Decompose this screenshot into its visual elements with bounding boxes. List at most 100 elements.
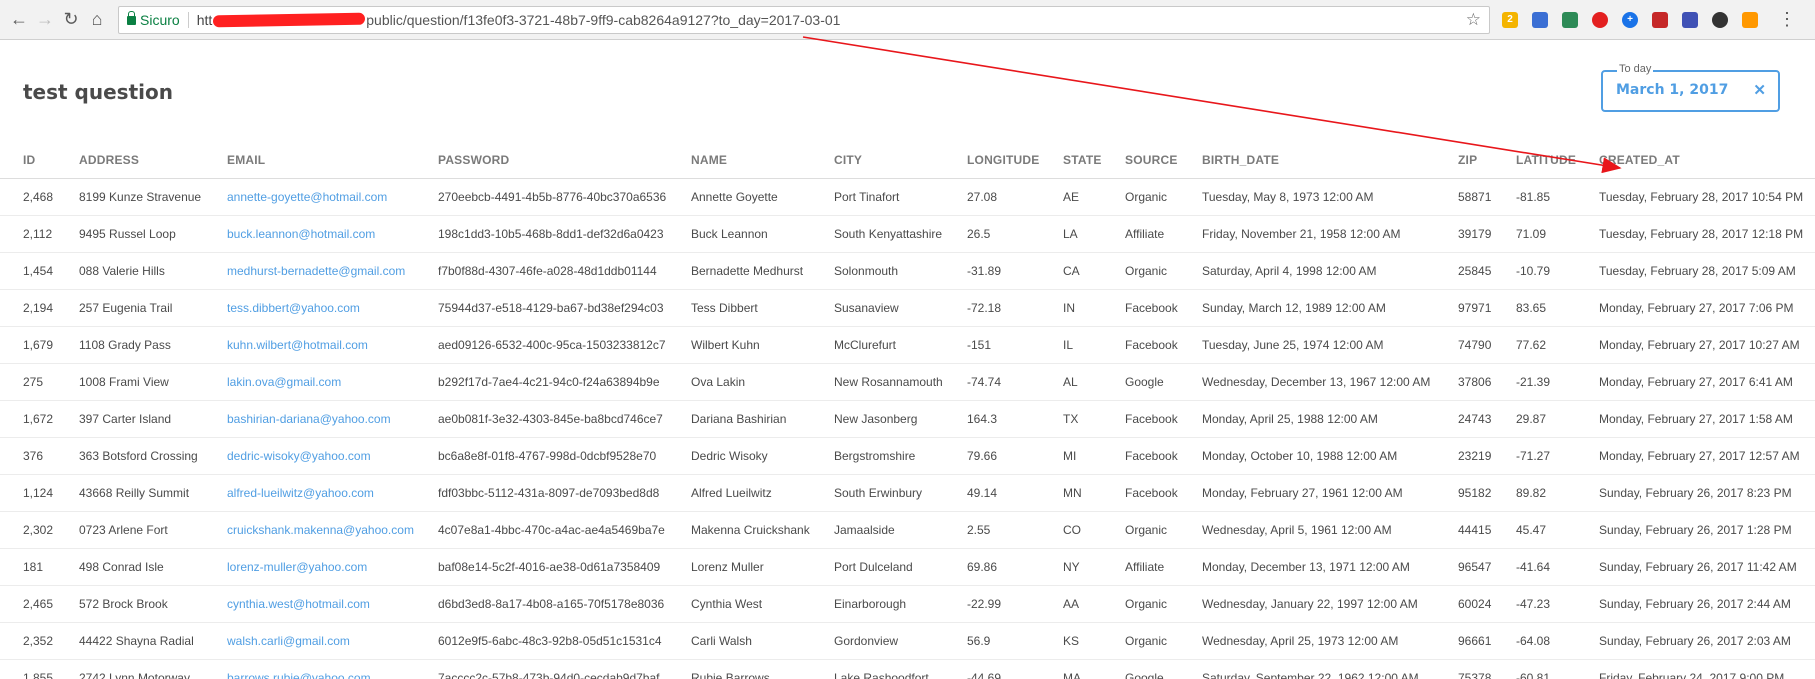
mail-extension-icon[interactable]: 2 <box>1502 11 1518 28</box>
cell-city: McClurefurt <box>834 326 967 364</box>
table-row[interactable]: 2,465 572 Brock Brook cynthia.west@hotmail… <box>0 585 1815 623</box>
table-row[interactable]: 1,672 397 Carter Island bashirian-dariana@… <box>0 400 1815 438</box>
speed-extension-icon[interactable] <box>1712 11 1728 28</box>
cell-zip: 44415 <box>1458 511 1516 549</box>
lock-extension-icon[interactable] <box>1682 11 1698 28</box>
table-row[interactable]: 2,112 9495 Russel Loop buck.leannon@hotmai… <box>0 215 1815 253</box>
cell-state: CO <box>1063 511 1125 549</box>
plus-extension-icon[interactable]: + <box>1622 11 1638 28</box>
table-row[interactable]: 2,352 44422 Shayna Radial walsh.carli@gmai… <box>0 622 1815 660</box>
cell-longitude: -151 <box>967 326 1063 364</box>
cell-address: 1008 Frami View <box>79 363 227 401</box>
column-header-zip[interactable]: ZIP <box>1458 142 1516 179</box>
cell-name: Carli Walsh <box>691 622 834 660</box>
date-filter-widget[interactable]: To day March 1, 2017 ✕ <box>1601 63 1780 112</box>
cell-source: Facebook <box>1125 474 1202 512</box>
cell-created-at: Sunday, February 26, 2017 8:23 PM <box>1599 474 1815 512</box>
cell-state: TX <box>1063 400 1125 438</box>
filter-value[interactable]: March 1, 2017 <box>1616 82 1728 98</box>
cell-latitude: 29.87 <box>1516 400 1599 438</box>
cell-email[interactable]: dedric-wisoky@yahoo.com <box>227 437 438 475</box>
cell-name: Buck Leannon <box>691 215 834 253</box>
column-header-latitude[interactable]: LATITUDE <box>1516 142 1599 179</box>
column-header-source[interactable]: SOURCE <box>1125 142 1202 179</box>
cell-latitude: -60.81 <box>1516 659 1599 679</box>
table-row[interactable]: 2,468 8199 Kunze Stravenue annette-goyette… <box>0 178 1815 216</box>
cell-email[interactable]: lorenz-muller@yahoo.com <box>227 548 438 586</box>
column-header-name[interactable]: NAME <box>691 142 834 179</box>
table-row[interactable]: 181 498 Conrad Isle lorenz-muller@yahoo.co… <box>0 548 1815 586</box>
opera-extension-icon[interactable] <box>1592 11 1608 28</box>
cell-longitude: 49.14 <box>967 474 1063 512</box>
table-row[interactable]: 1,124 43668 Reilly Summit alfred-lueilwitz… <box>0 474 1815 512</box>
column-header-created-at[interactable]: CREATED_AT <box>1599 142 1815 179</box>
cell-email[interactable]: cruickshank.makenna@yahoo.com <box>227 511 438 549</box>
cell-email[interactable]: alfred-lueilwitz@yahoo.com <box>227 474 438 512</box>
leaf-extension-icon[interactable] <box>1562 11 1578 28</box>
cell-latitude: -64.08 <box>1516 622 1599 660</box>
cell-email[interactable]: walsh.carli@gmail.com <box>227 622 438 660</box>
bookmark-star-icon[interactable]: ☆ <box>1466 10 1481 30</box>
column-header-birth-date[interactable]: BIRTH_DATE <box>1202 142 1458 179</box>
cell-address: 257 Eugenia Trail <box>79 289 227 327</box>
clear-filter-icon[interactable]: ✕ <box>1753 81 1766 99</box>
table-row[interactable]: 275 1008 Frami View lakin.ova@gmail.com b29… <box>0 363 1815 401</box>
reload-icon[interactable]: ↻ <box>58 7 84 33</box>
column-header-address[interactable]: ADDRESS <box>79 142 227 179</box>
cell-password: d6bd3ed8-8a17-4b08-a165-70f5178e8036 <box>438 585 691 623</box>
browser-toolbar: ← → ↻ ⌂ Sicuro htt public/question/f13fe… <box>0 0 1815 40</box>
menu-kebab-icon[interactable]: ⋮ <box>1778 9 1796 30</box>
home-icon[interactable]: ⌂ <box>84 7 110 33</box>
cell-latitude: 83.65 <box>1516 289 1599 327</box>
cell-source: Organic <box>1125 622 1202 660</box>
column-header-longitude[interactable]: LONGITUDE <box>967 142 1063 179</box>
table-row[interactable]: 1,454 088 Valerie Hills medhurst-bernadett… <box>0 252 1815 290</box>
cell-email[interactable]: buck.leannon@hotmail.com <box>227 215 438 253</box>
results-table: ID ADDRESS EMAIL PASSWORD NAME CITY LONGITUDE S… <box>0 142 1815 679</box>
cell-password: 270eebcb-4491-4b5b-8776-40bc370a6536 <box>438 178 691 216</box>
secure-indicator[interactable]: Sicuro <box>127 11 180 28</box>
cell-email[interactable]: kuhn.wilbert@hotmail.com <box>227 326 438 364</box>
cell-email[interactable]: bashirian-dariana@yahoo.com <box>227 400 438 438</box>
table-row[interactable]: 376 363 Botsford Crossing dedric-wisoky@ya… <box>0 437 1815 475</box>
cell-address: 44422 Shayna Radial <box>79 622 227 660</box>
cell-name: Makenna Cruickshank <box>691 511 834 549</box>
eyedropper-extension-icon[interactable] <box>1532 11 1548 28</box>
cell-zip: 25845 <box>1458 252 1516 290</box>
cell-state: IN <box>1063 289 1125 327</box>
table-row[interactable]: 2,194 257 Eugenia Trail tess.dibbert@yahoo… <box>0 289 1815 327</box>
back-arrow-icon[interactable]: ← <box>6 7 32 33</box>
table-row[interactable]: 1,679 1108 Grady Pass kuhn.wilbert@hotmail… <box>0 326 1815 364</box>
cell-city: Gordonview <box>834 622 967 660</box>
column-header-city[interactable]: CITY <box>834 142 967 179</box>
address-bar[interactable]: Sicuro htt public/question/f13fe0f3-3721… <box>118 5 1490 34</box>
column-header-email[interactable]: EMAIL <box>227 142 438 179</box>
cell-email[interactable]: annette-goyette@hotmail.com <box>227 178 438 216</box>
cell-source: Organic <box>1125 511 1202 549</box>
column-header-state[interactable]: STATE <box>1063 142 1125 179</box>
cell-password: 4c07e8a1-4bbc-470c-a4ac-ae4a5469ba7e <box>438 511 691 549</box>
cell-state: IL <box>1063 326 1125 364</box>
cell-city: New Jasonberg <box>834 400 967 438</box>
column-header-password[interactable]: PASSWORD <box>438 142 691 179</box>
cell-source: Facebook <box>1125 437 1202 475</box>
cell-email[interactable]: medhurst-bernadette@gmail.com <box>227 252 438 290</box>
table-row[interactable]: 1,855 2742 Lynn Motorway barrows.rubie@yah… <box>0 659 1815 679</box>
cell-source: Affiliate <box>1125 215 1202 253</box>
column-header-id[interactable]: ID <box>0 142 79 179</box>
cell-source: Affiliate <box>1125 548 1202 586</box>
cookie-extension-icon[interactable] <box>1742 11 1758 28</box>
forward-arrow-icon[interactable]: → <box>32 7 58 33</box>
cell-email[interactable]: lakin.ova@gmail.com <box>227 363 438 401</box>
cell-id: 275 <box>0 363 79 401</box>
cell-longitude: 164.3 <box>967 400 1063 438</box>
cell-created-at: Tuesday, February 28, 2017 5:09 AM <box>1599 252 1815 290</box>
clipboard-extension-icon[interactable] <box>1652 11 1668 28</box>
cell-email[interactable]: barrows.rubie@yahoo.com <box>227 659 438 679</box>
cell-name: Annette Goyette <box>691 178 834 216</box>
table-row[interactable]: 2,302 0723 Arlene Fort cruickshank.makenna… <box>0 511 1815 549</box>
cell-email[interactable]: tess.dibbert@yahoo.com <box>227 289 438 327</box>
cell-address: 363 Botsford Crossing <box>79 437 227 475</box>
cell-email[interactable]: cynthia.west@hotmail.com <box>227 585 438 623</box>
cell-id: 1,454 <box>0 252 79 290</box>
